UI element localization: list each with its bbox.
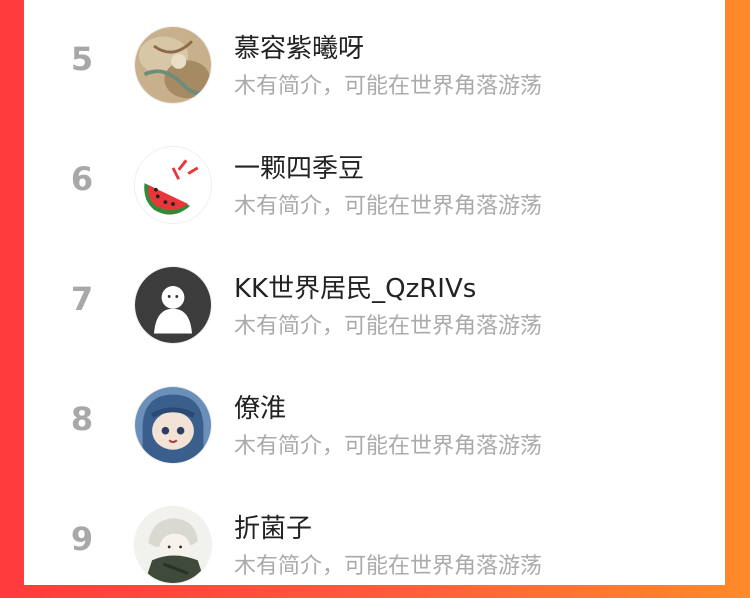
ranking-row[interactable]: 5 慕容紫曦呀 木有简介，可能在世界角落游荡	[24, 0, 725, 118]
rank-number: 9	[70, 520, 94, 558]
user-name[interactable]: KK世界居民_QzRIVs	[234, 268, 476, 305]
ranking-row[interactable]: 8 僚淮 木有简介，可能在世界角落游荡	[24, 358, 725, 478]
user-bio: 木有简介，可能在世界角落游荡	[234, 554, 543, 579]
anime-character-icon	[135, 387, 211, 463]
user-name[interactable]: 慕容紫曦呀	[234, 28, 364, 65]
rank-number: 6	[70, 160, 94, 198]
default-user-icon	[135, 267, 211, 343]
user-bio: 木有简介，可能在世界角落游荡	[234, 434, 543, 459]
ranking-row[interactable]: 7 KK世界居民_QzRIVs 木有简介，可能在世界角落游荡	[24, 238, 725, 358]
user-bio: 木有简介，可能在世界角落游荡	[234, 314, 543, 339]
sketch-character-icon	[135, 507, 211, 583]
rank-number: 5	[70, 40, 94, 78]
ranking-row[interactable]: 9 折菌子 木有简介，可能在世界角落游荡	[24, 478, 725, 598]
user-avatar[interactable]	[134, 146, 212, 224]
watermelon-icon	[135, 147, 211, 223]
illustrated-avatar-icon	[135, 27, 211, 103]
user-name[interactable]: 折菌子	[234, 508, 312, 545]
ranking-row[interactable]: 6 一颗四季豆 木有简介，可能在世界角落游荡	[24, 118, 725, 238]
user-avatar[interactable]	[134, 266, 212, 344]
user-bio: 木有简介，可能在世界角落游荡	[234, 194, 543, 219]
ranking-panel: 5 慕容紫曦呀 木有简介，可能在世界角落游荡 6 一颗四季豆 木有简介，可能在世…	[24, 0, 725, 585]
user-name[interactable]: 僚淮	[234, 388, 286, 425]
user-name[interactable]: 一颗四季豆	[234, 148, 364, 185]
user-avatar[interactable]	[134, 26, 212, 104]
user-bio: 木有简介，可能在世界角落游荡	[234, 74, 543, 99]
rank-number: 7	[70, 280, 94, 318]
rank-number: 8	[70, 400, 94, 438]
user-avatar[interactable]	[134, 506, 212, 584]
user-avatar[interactable]	[134, 386, 212, 464]
